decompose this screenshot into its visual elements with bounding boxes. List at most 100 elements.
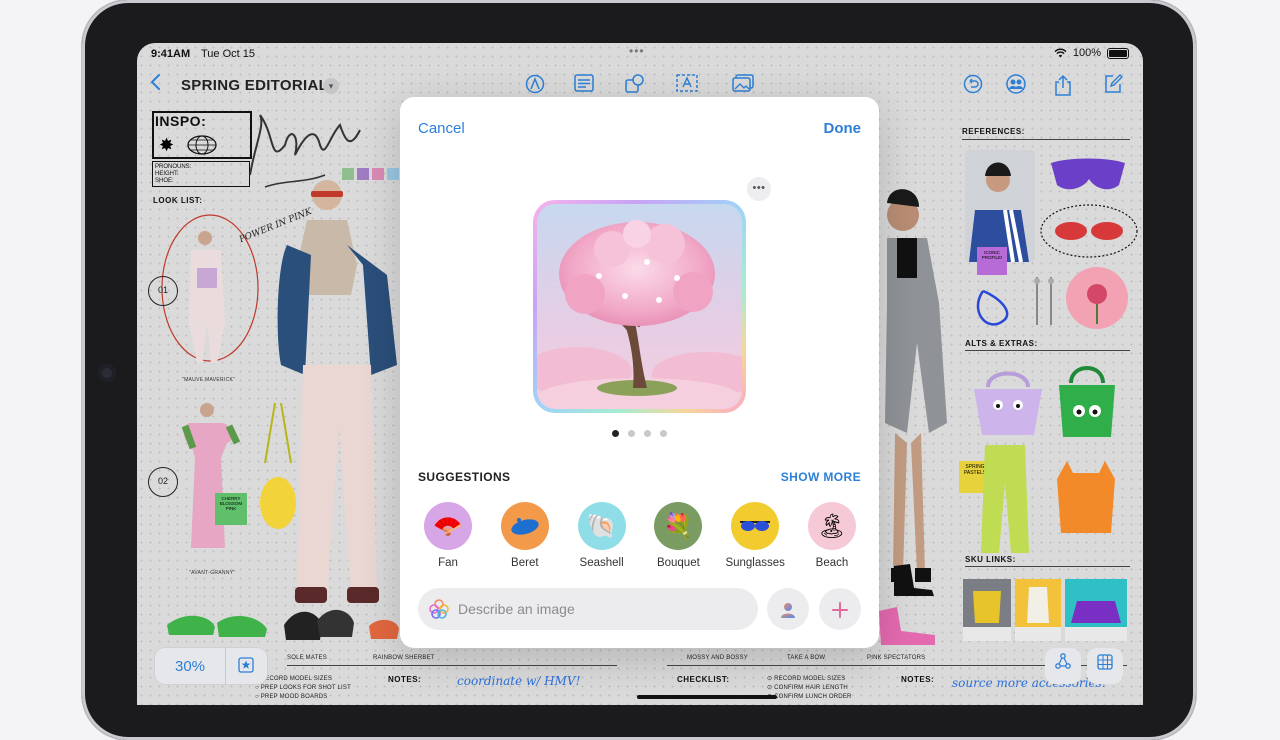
- earrings-image[interactable]: [1031, 275, 1059, 335]
- multitask-dots-icon[interactable]: •••: [629, 44, 645, 58]
- status-bar: 9:41AM Tue Oct 15 ••• 100%: [137, 43, 1143, 65]
- todo-item[interactable]: ⊙ CONFIRM LUNCH ORDER: [767, 693, 852, 702]
- todo-item[interactable]: ⊙ CONFIRM HAIR LENGTH: [767, 684, 852, 693]
- add-icon[interactable]: [819, 588, 861, 630]
- page-indicator[interactable]: [612, 430, 667, 437]
- board-title[interactable]: SPRING EDITORIAL: [181, 77, 328, 94]
- suggestion-sunglasses[interactable]: Sunglasses: [724, 502, 786, 569]
- sticky-note[interactable]: CHERRY BLOSSOM PINK: [215, 493, 247, 525]
- chevron-left-icon[interactable]: [143, 73, 167, 97]
- tag-label: PINK SPECTATORS: [867, 655, 926, 661]
- camera: [98, 364, 116, 382]
- done-button[interactable]: Done: [824, 120, 862, 137]
- wifi-icon: [1054, 48, 1067, 58]
- chevron-down-icon[interactable]: ▾: [323, 78, 339, 94]
- flower-photo[interactable]: [1065, 266, 1129, 330]
- home-indicator[interactable]: [637, 695, 777, 699]
- sku-links-label: SKU LINKS:: [965, 555, 1016, 564]
- todo-item[interactable]: ⊙ RECORD MODEL SIZES: [767, 675, 852, 684]
- red-sunglasses-image[interactable]: [1039, 203, 1139, 259]
- spec-line: HEIGHT:: [155, 171, 179, 177]
- describe-image-input[interactable]: [458, 588, 748, 630]
- shapes-icon[interactable]: [623, 74, 647, 98]
- zoom-level[interactable]: 30%: [155, 658, 225, 675]
- generated-image-preview[interactable]: [533, 200, 746, 413]
- todo-item[interactable]: ○ RECORD MODEL SIZES: [255, 675, 351, 684]
- page-dot[interactable]: [644, 430, 651, 437]
- divider: [962, 139, 1130, 140]
- blue-lanyard-image[interactable]: [973, 281, 1031, 335]
- green-loafers-image: [167, 615, 267, 637]
- sku-card[interactable]: [1065, 579, 1127, 641]
- model-photo-avant-granny: [181, 403, 241, 548]
- inspo-label: INSPO:: [155, 113, 207, 129]
- spec-line: PRONOUNS:: [155, 164, 192, 170]
- suggestion-bouquet[interactable]: 💐 Bouquet: [647, 502, 709, 569]
- suggestion-beret[interactable]: Beret: [494, 502, 556, 569]
- person-icon[interactable]: [767, 588, 809, 630]
- status-right: 100%: [1054, 47, 1129, 59]
- show-more-button[interactable]: SHOW MORE: [781, 470, 861, 484]
- model-photo-main-left: [277, 180, 397, 603]
- suggestions-heading: SUGGESTIONS: [418, 470, 511, 484]
- collaborate-icon[interactable]: [1004, 74, 1028, 98]
- text-box-icon[interactable]: [675, 74, 699, 98]
- cancel-button[interactable]: Cancel: [418, 120, 465, 137]
- black-boots-image: [894, 564, 934, 596]
- suggestion-beach[interactable]: 🏝 Beach: [801, 502, 863, 569]
- text-block-icon[interactable]: [572, 74, 596, 98]
- suggestion-fan[interactable]: 🪭 Fan: [417, 502, 479, 569]
- todo-item[interactable]: ○ PREP MOOD BOARDS: [255, 693, 351, 702]
- compose-icon[interactable]: [1101, 74, 1125, 98]
- undo-icon[interactable]: [961, 74, 985, 98]
- image-generator-sheet: Cancel Done ••• SUGGESTIONS SHOW MORE 🪭 …: [400, 97, 879, 648]
- pen-icon[interactable]: [523, 74, 547, 98]
- tag-label: TAKE A BOW: [787, 655, 826, 661]
- todo-list-left: ○ RECORD MODEL SIZES ○ PREP LOOKS FOR SH…: [255, 675, 351, 702]
- references-label: REFERENCES:: [962, 127, 1025, 136]
- divider: [965, 566, 1130, 567]
- spec-line: SHOE:: [155, 178, 174, 184]
- beach-icon: 🏝: [807, 502, 856, 550]
- green-bag-image[interactable]: [1055, 361, 1119, 439]
- fan-icon: 🪭: [424, 502, 472, 550]
- orange-top-image[interactable]: [1053, 459, 1119, 535]
- suggestion-label: Fan: [438, 557, 458, 569]
- suggestion-seashell[interactable]: 🐚 Seashell: [571, 502, 633, 569]
- sku-card[interactable]: [1015, 579, 1061, 641]
- starburst-icon: ✸: [159, 135, 175, 155]
- cherry-blossom-tree-image: [537, 204, 742, 409]
- divider: [287, 665, 617, 666]
- reference-photo[interactable]: [965, 150, 1035, 262]
- sku-card[interactable]: [963, 579, 1011, 641]
- pink-heels-image: [879, 607, 935, 645]
- purple-sunglasses-image[interactable]: [1049, 155, 1127, 195]
- look-list-label: LOOK LIST:: [153, 196, 203, 205]
- suggestion-label: Beret: [511, 557, 539, 569]
- more-options-icon[interactable]: •••: [747, 177, 771, 201]
- page-dot[interactable]: [612, 430, 619, 437]
- sunglasses-icon: [731, 502, 780, 550]
- lemon-bag-image: [260, 403, 296, 529]
- todo-item[interactable]: ○ PREP LOOKS FOR SHOT LIST: [255, 684, 351, 693]
- lime-pants-image[interactable]: [979, 443, 1031, 555]
- share-icon[interactable]: [1051, 74, 1075, 98]
- describe-image-field[interactable]: [418, 588, 758, 630]
- todo-list-right: ⊙ RECORD MODEL SIZES ⊙ CONFIRM HAIR LENG…: [767, 675, 852, 702]
- page-dot[interactable]: [660, 430, 667, 437]
- handwritten-note: coordinate w/ HMV!: [457, 674, 581, 688]
- nodes-icon[interactable]: [1045, 648, 1081, 684]
- look-number: 02: [148, 467, 178, 497]
- sticky-note[interactable]: ICONIC PROFILE!: [977, 247, 1007, 275]
- suggestion-label: Sunglasses: [725, 557, 785, 569]
- look-caption: "AVANT-GRANNY": [189, 570, 236, 576]
- page-dot[interactable]: [628, 430, 635, 437]
- media-icon[interactable]: [731, 74, 755, 98]
- lilac-bag-image[interactable]: [970, 365, 1046, 437]
- alts-extras-label: ALTS & EXTRAS:: [965, 339, 1038, 348]
- tag-label: RAINBOW SHERBET: [373, 655, 435, 661]
- image-playground-icon: [429, 599, 449, 619]
- star-icon[interactable]: [226, 656, 266, 676]
- bouquet-icon: 💐: [654, 502, 703, 550]
- grid-icon[interactable]: [1087, 648, 1123, 684]
